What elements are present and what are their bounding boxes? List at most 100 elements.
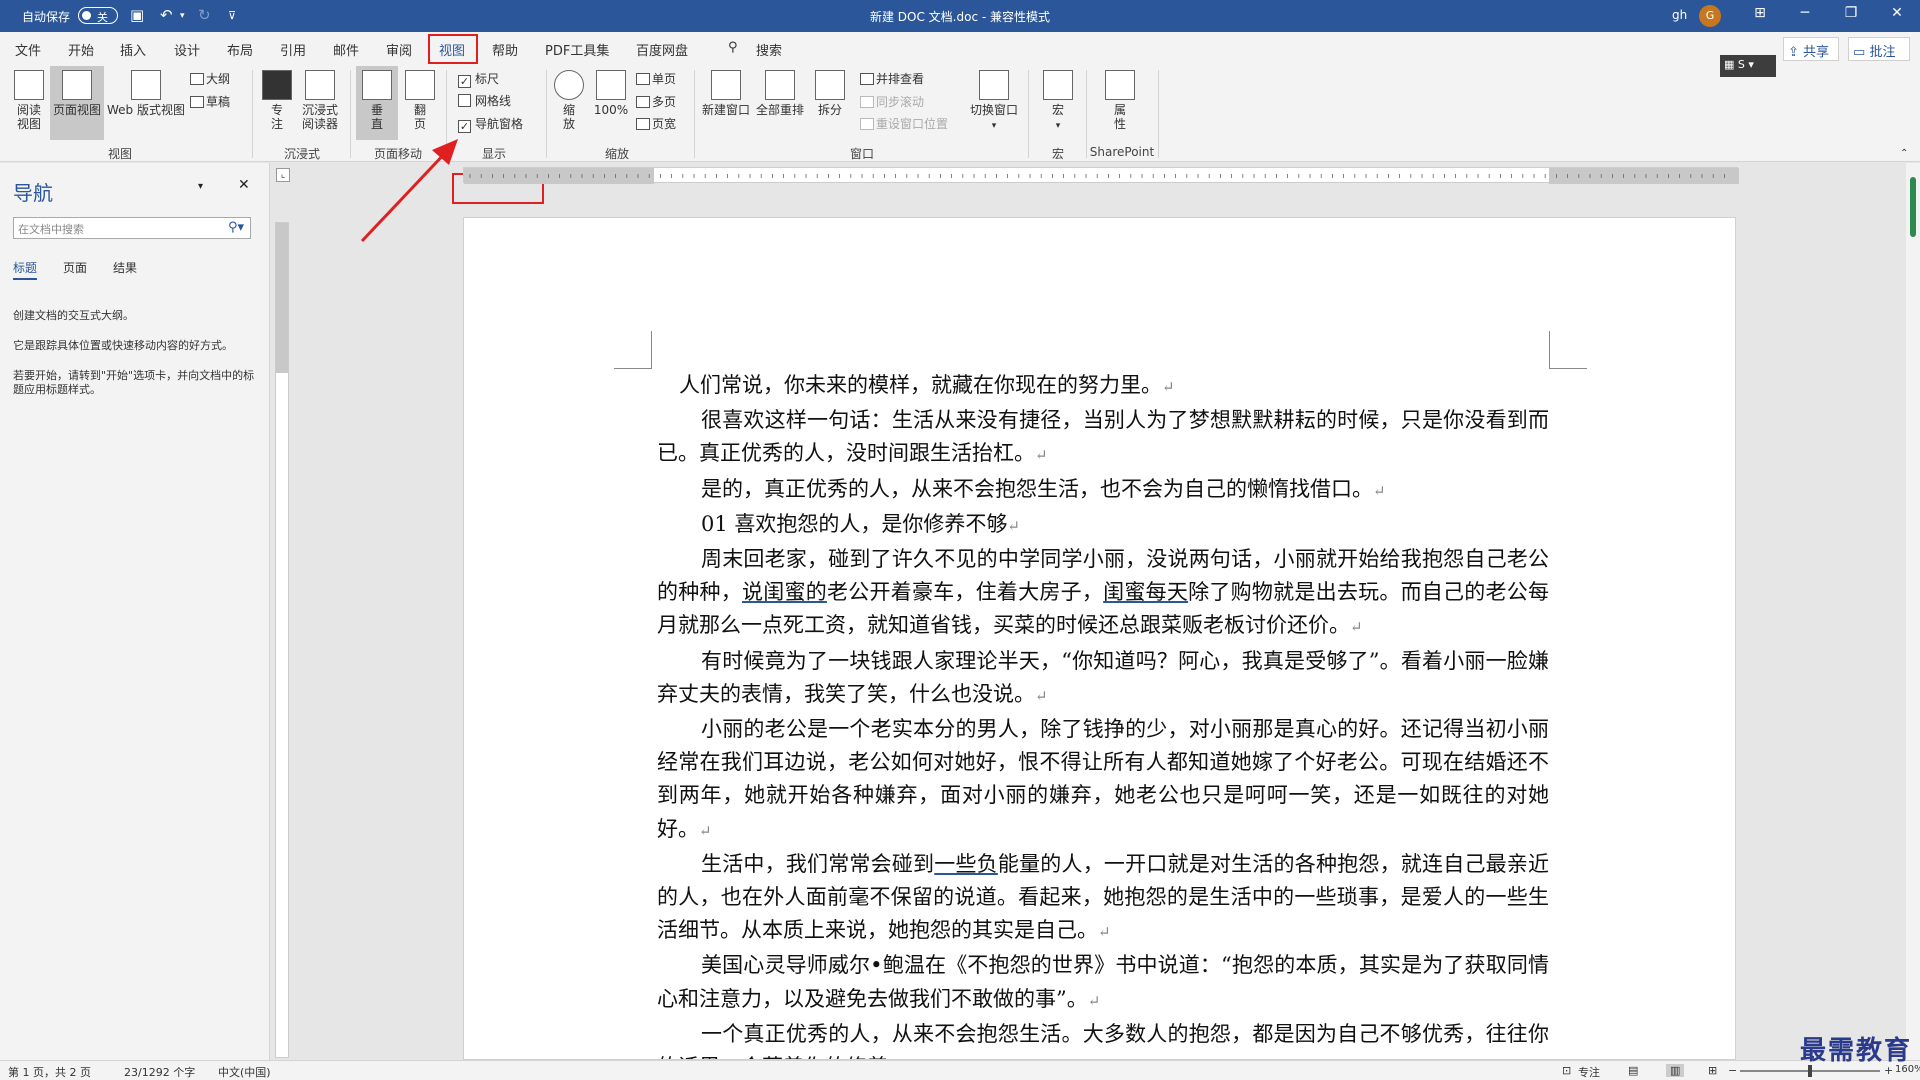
vertical-button[interactable]: 垂 直: [356, 66, 398, 140]
tab-design[interactable]: 设计: [174, 40, 200, 59]
comments-button[interactable]: ▭ 批注: [1848, 37, 1910, 61]
switch-windows-icon: [979, 70, 1009, 100]
zoom-100-button[interactable]: 100%: [592, 70, 630, 117]
nav-options-dropdown-icon[interactable]: ▾: [198, 181, 203, 192]
tab-mailings[interactable]: 邮件: [333, 40, 359, 59]
read-mode-button[interactable]: 阅读 视图: [8, 70, 50, 131]
grammar-underline-text[interactable]: 说闺蜜的: [742, 580, 827, 604]
read-mode-icon[interactable]: ▤: [1628, 1064, 1638, 1077]
crop-mark-top-left: [614, 331, 652, 369]
search-icon[interactable]: ⚲▾: [228, 220, 244, 235]
one-page-label: 单页: [652, 72, 677, 86]
nav-search-input[interactable]: 在文档中搜索 ⚲▾: [13, 217, 251, 239]
redo-icon[interactable]: ↻: [198, 6, 211, 24]
autosave-toggle[interactable]: 关: [78, 7, 118, 24]
side-by-side-button[interactable]: 并排查看: [860, 70, 924, 87]
status-bar: 第 1 页，共 2 页 23/1292 个字 中文(中国) ⊡ 专注 ▤ ▥ ⊞…: [0, 1060, 1920, 1080]
tab-file[interactable]: 文件: [15, 40, 41, 59]
nav-tab-headings[interactable]: 标题: [13, 259, 38, 280]
close-icon[interactable]: ✕: [1882, 5, 1912, 21]
reset-window-position-button[interactable]: 重设窗口位置: [860, 115, 948, 132]
share-button[interactable]: ⇪ 共享: [1783, 37, 1839, 61]
web-layout-icon[interactable]: ⊞: [1708, 1064, 1717, 1077]
one-page-button[interactable]: 单页: [636, 70, 676, 87]
reader-icon: [305, 70, 335, 100]
immersive-reader-button[interactable]: 沉浸式 阅读器: [296, 70, 344, 131]
zoom-100-label: 100%: [593, 103, 629, 117]
ribbon-display-options-icon[interactable]: ⊞: [1745, 5, 1775, 21]
zoom-slider[interactable]: [1740, 1065, 1880, 1077]
focus-mode-icon[interactable]: ⊡: [1562, 1064, 1571, 1077]
multiple-pages-label: 多页: [652, 95, 677, 109]
document-body[interactable]: 人们常说，你未来的模样，就藏在你现在的努力里。↵ 很喜欢这样一句话：生活从来没有…: [657, 369, 1549, 1059]
multiple-pages-button[interactable]: 多页: [636, 93, 676, 110]
paragraph-text: 有时候竟为了一块钱跟人家理论半天，“你知道吗？阿心，我真是受够了”。看着小丽一脸…: [657, 648, 1549, 706]
language-indicator[interactable]: 中文(中国): [218, 1064, 271, 1080]
unchecked-box-icon: [458, 94, 471, 107]
print-layout-button[interactable]: 页面视图: [50, 66, 104, 140]
tab-selector[interactable]: ⌞: [276, 168, 290, 182]
minimize-icon[interactable]: ─: [1790, 5, 1820, 21]
properties-button[interactable]: 属 性: [1100, 70, 1140, 131]
outline-label: 大纲: [206, 72, 231, 86]
group-zoom-label: 缩放: [604, 147, 629, 161]
switch-windows-button[interactable]: 切换窗口 ▾: [968, 70, 1020, 133]
focus-icon: [262, 70, 292, 100]
tab-insert[interactable]: 插入: [120, 40, 146, 59]
paragraph-mark: ↵: [1350, 618, 1363, 637]
scrollbar-thumb[interactable]: [1910, 177, 1916, 237]
focus-button[interactable]: 专 注: [258, 70, 296, 131]
tab-pdf-tools[interactable]: PDF工具集: [545, 40, 609, 59]
undo-dropdown-icon[interactable]: ▾: [180, 11, 185, 21]
customize-qat-icon[interactable]: ⊽: [228, 9, 236, 22]
ime-logo-icon: ▦ S ▾: [1724, 58, 1754, 71]
grammar-underline-text[interactable]: 闺蜜每天: [1103, 580, 1188, 604]
user-name[interactable]: gh: [1672, 8, 1687, 22]
print-layout-icon[interactable]: ▥: [1666, 1064, 1685, 1077]
search-label[interactable]: 搜索: [756, 40, 782, 59]
split-button[interactable]: 拆分: [810, 70, 850, 117]
save-icon[interactable]: ▣: [130, 6, 144, 24]
arrange-all-button[interactable]: 全部重排: [754, 70, 806, 117]
word-count[interactable]: 23/1292 个字: [124, 1064, 195, 1080]
draft-button[interactable]: 草稿: [190, 93, 230, 110]
outline-button[interactable]: 大纲: [190, 70, 230, 87]
tab-home[interactable]: 开始: [68, 40, 94, 59]
macros-button[interactable]: 宏 ▾: [1038, 70, 1078, 133]
zoom-out-icon[interactable]: −: [1728, 1064, 1737, 1077]
search-icon[interactable]: ⚲: [728, 40, 738, 55]
nav-tab-results[interactable]: 结果: [113, 259, 137, 276]
focus-mode-label[interactable]: 专注: [1578, 1064, 1600, 1080]
page-count[interactable]: 第 1 页，共 2 页: [8, 1064, 91, 1080]
tab-layout[interactable]: 布局: [227, 40, 253, 59]
ruler-checkbox[interactable]: ✓ 标尺: [458, 70, 499, 88]
tab-help[interactable]: 帮助: [492, 40, 518, 59]
vertical-ruler[interactable]: [275, 222, 289, 1058]
tab-baidu-netdisk[interactable]: 百度网盘: [636, 40, 688, 59]
immersive-reader-label: 沉浸式 阅读器: [301, 103, 338, 131]
horizontal-ruler[interactable]: [463, 167, 1739, 184]
one-page-icon: [636, 73, 650, 85]
document-page[interactable]: 人们常说，你未来的模样，就藏在你现在的努力里。↵ 很喜欢这样一句话：生活从来没有…: [463, 217, 1736, 1060]
web-layout-button[interactable]: Web 版式视图: [104, 70, 188, 117]
side-to-side-button[interactable]: 翻 页: [400, 70, 440, 131]
undo-icon[interactable]: ↶: [160, 6, 173, 24]
sync-scroll-button[interactable]: 同步滚动: [860, 93, 924, 110]
restore-icon[interactable]: ❐: [1836, 5, 1866, 21]
collapse-ribbon-icon[interactable]: ⌃: [1900, 148, 1908, 159]
title-bar: 自动保存 关 ▣ ↶ ▾ ↻ ⊽ 新建 DOC 文档.doc - 兼容性模式 g…: [0, 0, 1920, 32]
new-window-button[interactable]: 新建窗口: [700, 70, 752, 117]
tab-review[interactable]: 审阅: [386, 40, 412, 59]
nav-tab-pages[interactable]: 页面: [63, 259, 87, 276]
ime-toolbar[interactable]: ▦ S ▾: [1720, 55, 1776, 77]
zoom-button[interactable]: 缩 放: [552, 70, 586, 131]
paragraph: 有时候竟为了一块钱跟人家理论半天，“你知道吗？阿心，我真是受够了”。看着小丽一脸…: [657, 645, 1549, 713]
gridlines-checkbox[interactable]: 网格线: [458, 92, 511, 109]
grammar-underline-text[interactable]: 一些负: [934, 852, 998, 876]
vertical-scrollbar[interactable]: [1906, 163, 1920, 1060]
nav-close-icon[interactable]: ✕: [238, 177, 250, 193]
avatar[interactable]: G: [1699, 5, 1721, 27]
page-width-button[interactable]: 页宽: [636, 115, 676, 132]
navigation-pane-checkbox[interactable]: ✓ 导航窗格: [458, 115, 523, 133]
tab-references[interactable]: 引用: [280, 40, 306, 59]
